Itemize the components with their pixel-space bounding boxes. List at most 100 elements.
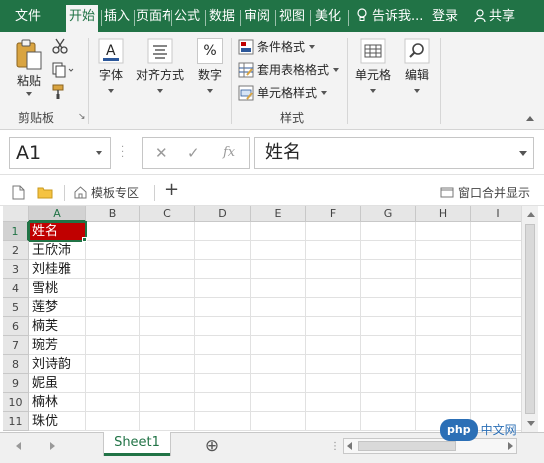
format-painter-icon[interactable]: [52, 84, 68, 100]
cell[interactable]: [306, 222, 361, 241]
cell[interactable]: [361, 374, 416, 393]
row-header[interactable]: 7: [3, 336, 29, 355]
cell[interactable]: [140, 393, 195, 412]
cell[interactable]: [416, 260, 471, 279]
more-icon[interactable]: · · ·: [121, 143, 124, 163]
cell[interactable]: [86, 260, 140, 279]
cell[interactable]: [361, 393, 416, 412]
login-button[interactable]: 登录: [432, 5, 458, 29]
cell[interactable]: [195, 336, 251, 355]
tell-me-box[interactable]: 告诉我...: [356, 5, 423, 29]
cell[interactable]: 刘诗韵: [29, 355, 86, 374]
cell[interactable]: [306, 336, 361, 355]
tab-formulas[interactable]: 公式: [172, 5, 202, 29]
cell[interactable]: [86, 355, 140, 374]
cell[interactable]: [140, 336, 195, 355]
share-button[interactable]: 共享: [474, 5, 515, 29]
cell[interactable]: [195, 317, 251, 336]
insert-function-icon[interactable]: fx: [223, 145, 235, 160]
tab-home[interactable]: 开始: [66, 5, 98, 32]
column-header[interactable]: A: [29, 206, 86, 222]
sheet-tab-sheet1[interactable]: Sheet1: [104, 432, 170, 456]
cell[interactable]: [361, 222, 416, 241]
paste-button[interactable]: 粘贴: [12, 38, 46, 96]
column-header[interactable]: I: [471, 206, 521, 222]
cell[interactable]: [251, 317, 306, 336]
cell[interactable]: [86, 222, 140, 241]
cell[interactable]: [306, 298, 361, 317]
format-as-table-button[interactable]: 套用表格格式: [238, 60, 340, 80]
cell[interactable]: [195, 374, 251, 393]
expand-formula-icon[interactable]: [519, 151, 527, 156]
cell[interactable]: [416, 241, 471, 260]
tab-review[interactable]: 审阅: [242, 5, 272, 29]
cell[interactable]: [361, 355, 416, 374]
column-header[interactable]: B: [86, 206, 140, 222]
cell[interactable]: [306, 260, 361, 279]
cell[interactable]: [140, 241, 195, 260]
cell[interactable]: [471, 279, 521, 298]
spreadsheet-grid[interactable]: A B C D E F G H I 1 姓名 2 王欣沛 3 刘桂雅 4 雪桃 5 莲梦 6 楠芙 7 琬芳 8 刘诗韵 9 妮虽 1…: [3, 206, 521, 432]
scroll-down-icon[interactable]: [527, 421, 535, 426]
cell[interactable]: [251, 336, 306, 355]
next-sheet-icon[interactable]: [50, 442, 55, 450]
copy-icon[interactable]: [52, 62, 74, 78]
horizontal-scroll-thumb[interactable]: [358, 441, 456, 451]
cell[interactable]: [306, 412, 361, 431]
cells-button[interactable]: 单元格: [352, 38, 394, 93]
cell[interactable]: [140, 355, 195, 374]
cell[interactable]: [361, 336, 416, 355]
cell[interactable]: [86, 241, 140, 260]
cell[interactable]: [416, 279, 471, 298]
tab-page-layout[interactable]: 页面布: [136, 5, 170, 29]
cell[interactable]: 雪桃: [29, 279, 86, 298]
add-sheet-button[interactable]: ⊕: [204, 438, 220, 455]
editing-button[interactable]: 编辑: [400, 38, 434, 93]
active-cell[interactable]: 姓名: [28, 221, 87, 242]
row-header[interactable]: 2: [3, 241, 29, 260]
cell[interactable]: [86, 336, 140, 355]
cell[interactable]: [416, 374, 471, 393]
cell[interactable]: [416, 298, 471, 317]
cell[interactable]: [306, 393, 361, 412]
cell[interactable]: [251, 298, 306, 317]
cell[interactable]: 王欣沛: [29, 241, 86, 260]
cell[interactable]: [361, 317, 416, 336]
new-file-icon[interactable]: [12, 185, 25, 200]
cell[interactable]: [195, 412, 251, 431]
cell[interactable]: [471, 374, 521, 393]
tab-insert[interactable]: 插入: [102, 5, 132, 29]
row-header[interactable]: 3: [3, 260, 29, 279]
cell[interactable]: [195, 279, 251, 298]
cell[interactable]: [86, 298, 140, 317]
font-button[interactable]: A 字体: [94, 38, 128, 93]
cell[interactable]: [306, 317, 361, 336]
cell[interactable]: [251, 222, 306, 241]
cell[interactable]: [416, 336, 471, 355]
cell[interactable]: 刘桂雅: [29, 260, 86, 279]
cell[interactable]: [471, 241, 521, 260]
cell[interactable]: [471, 222, 521, 241]
tab-file[interactable]: 文件: [8, 5, 48, 29]
cell[interactable]: [251, 279, 306, 298]
scroll-right-icon[interactable]: [508, 442, 513, 450]
dialog-launcher-icon[interactable]: ↘: [78, 112, 86, 122]
row-header[interactable]: 1: [3, 222, 29, 241]
cell[interactable]: [86, 317, 140, 336]
cell[interactable]: [195, 222, 251, 241]
cell[interactable]: [471, 317, 521, 336]
cell[interactable]: [195, 355, 251, 374]
column-header[interactable]: G: [361, 206, 416, 222]
cell[interactable]: [471, 355, 521, 374]
row-header[interactable]: 8: [3, 355, 29, 374]
fill-handle[interactable]: [82, 237, 87, 242]
template-zone-tab[interactable]: 模板专区: [74, 184, 139, 202]
cell[interactable]: 妮虽: [29, 374, 86, 393]
cell[interactable]: [306, 241, 361, 260]
cell[interactable]: 琬芳: [29, 336, 86, 355]
row-header[interactable]: 11: [3, 412, 29, 431]
cell[interactable]: [416, 222, 471, 241]
row-header[interactable]: 5: [3, 298, 29, 317]
cell[interactable]: [306, 279, 361, 298]
cell[interactable]: [471, 298, 521, 317]
